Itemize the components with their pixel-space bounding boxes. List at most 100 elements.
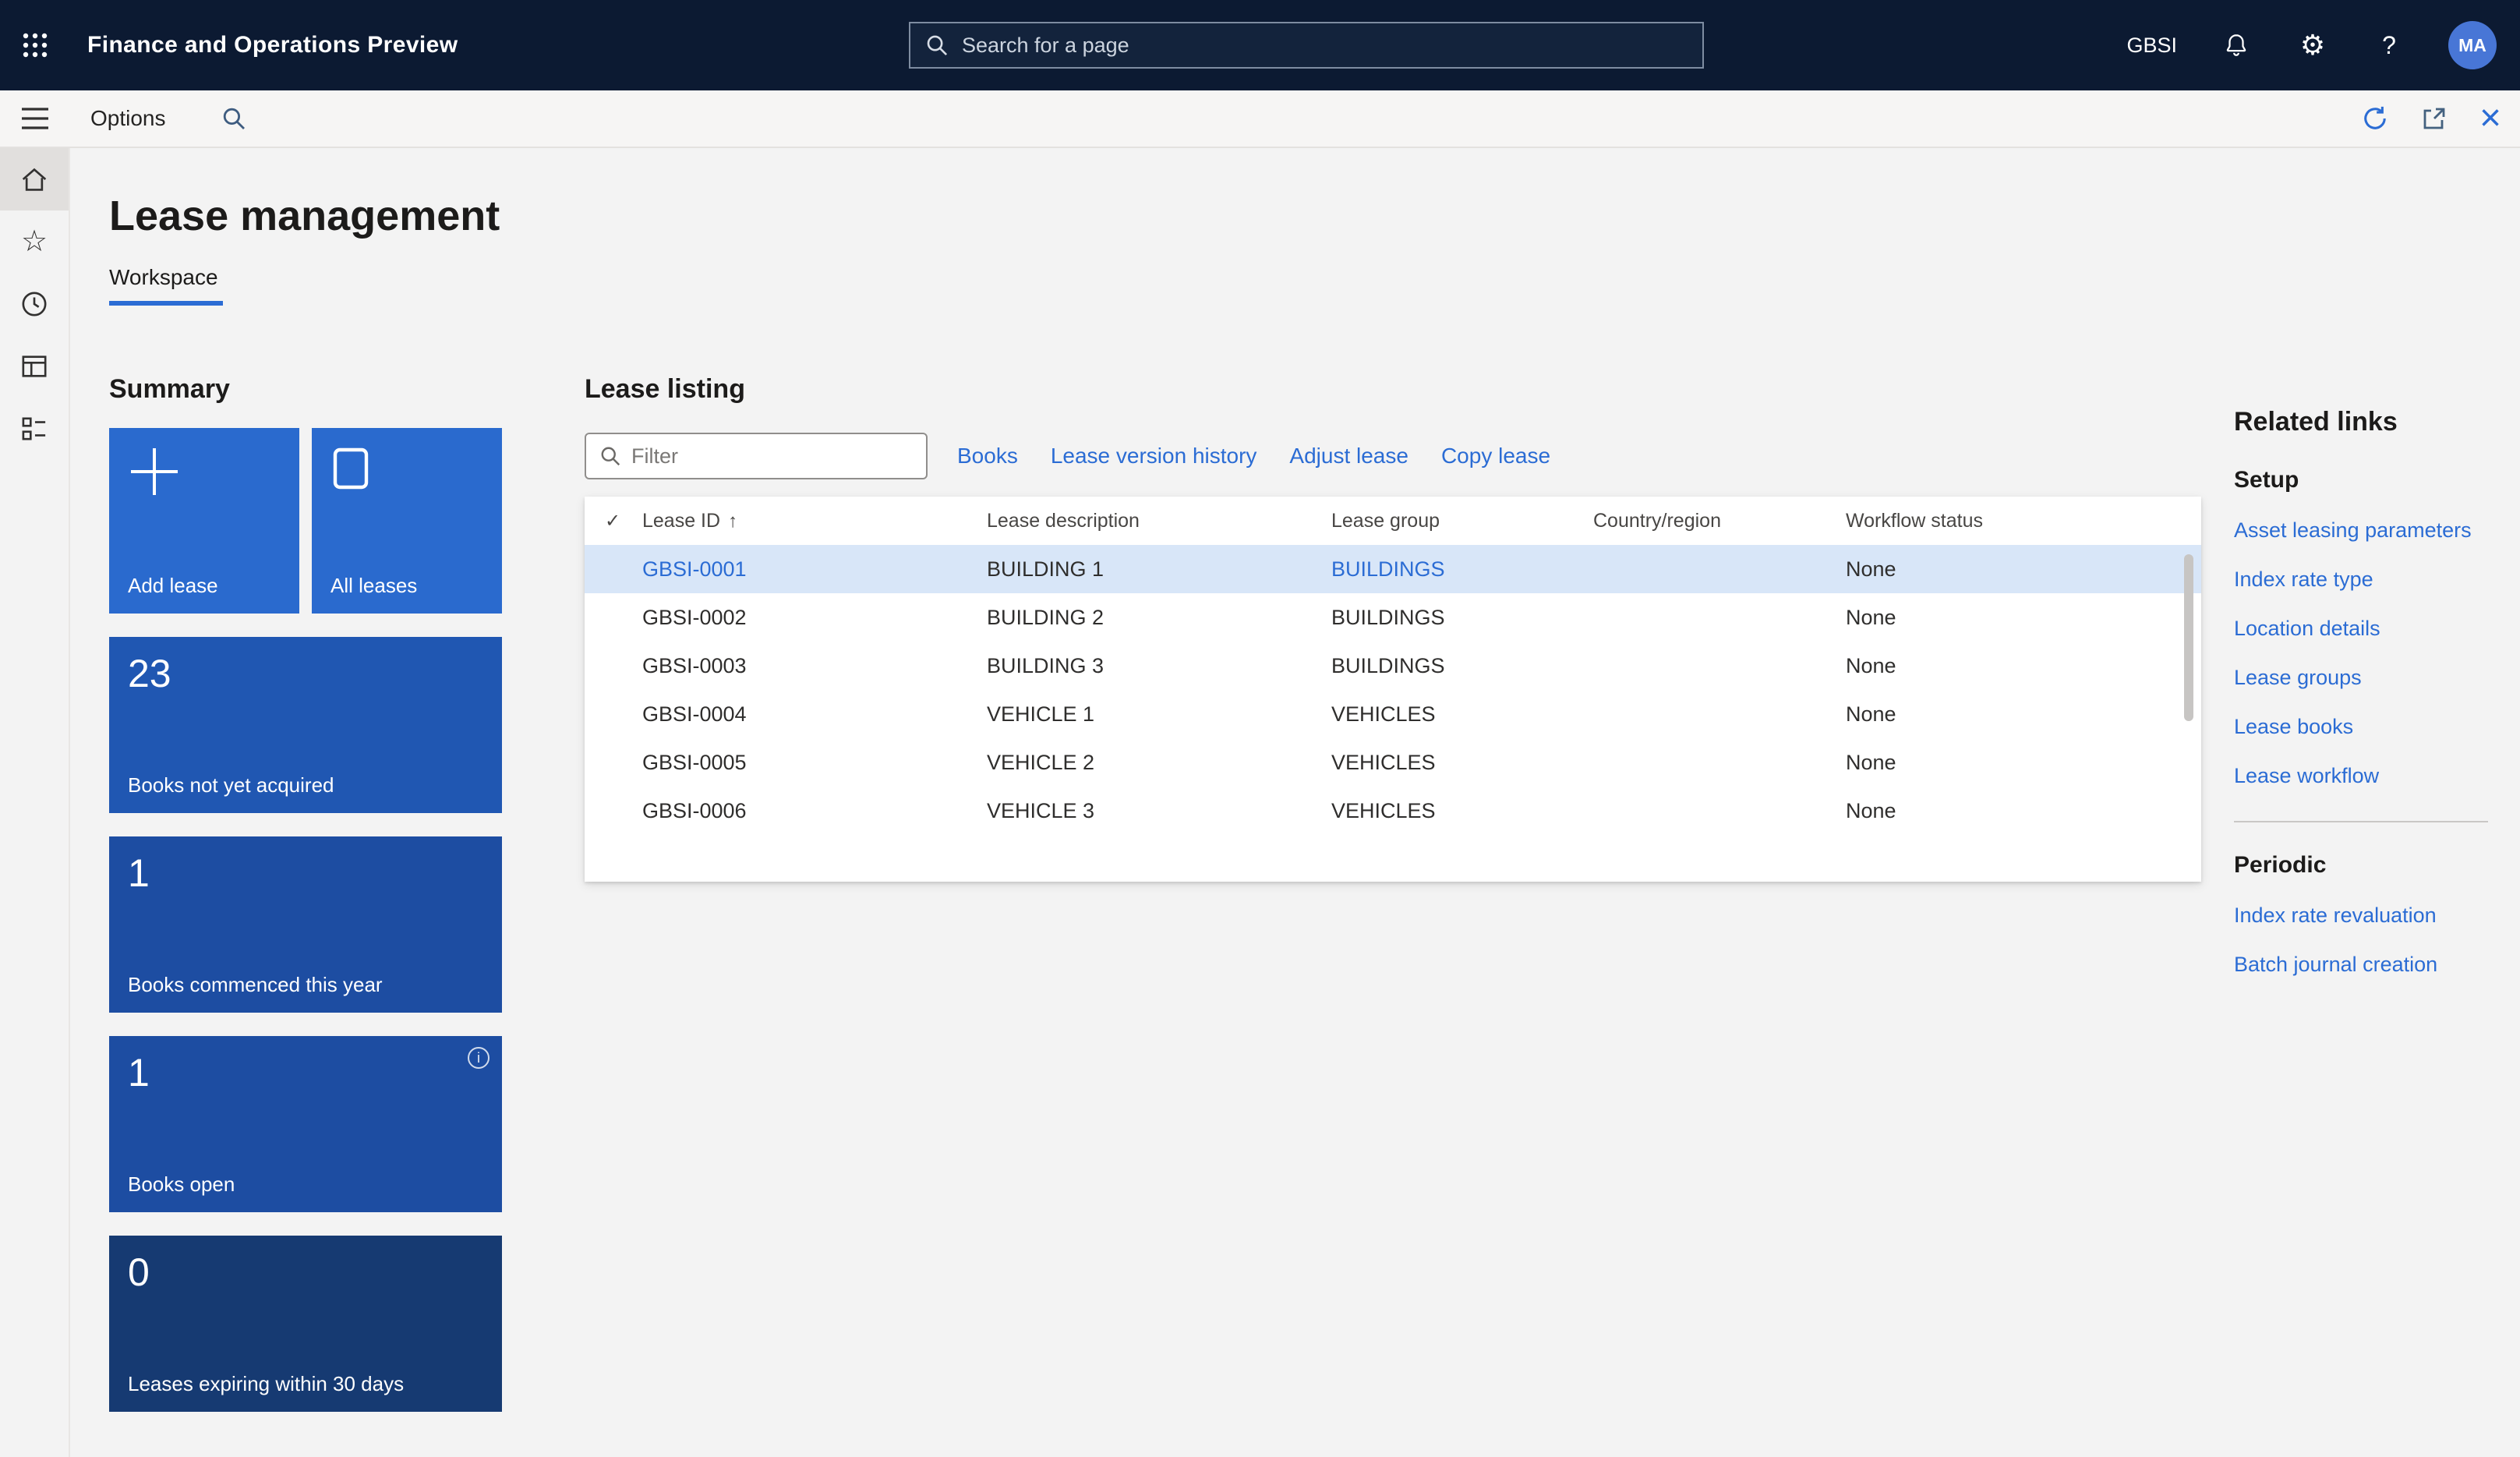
cell-lease-description: BUILDING 3 [987, 654, 1331, 678]
close-icon: × [2479, 104, 2501, 133]
tile-label: Books not yet acquired [128, 773, 334, 797]
sidebar-item-modules[interactable] [0, 398, 69, 460]
cell-workflow-status: None [1846, 702, 2201, 727]
open-in-new-window-button[interactable] [2422, 106, 2447, 131]
command-bar-right: × [2361, 104, 2520, 133]
tile-books-commenced-this-year[interactable]: 1 Books commenced this year [109, 836, 502, 1013]
sidebar-item-recent[interactable] [0, 273, 69, 335]
action-lease-version-history[interactable]: Lease version history [1051, 444, 1257, 469]
cell-lease-id[interactable]: GBSI-0002 [642, 606, 987, 630]
help-button[interactable]: ? [2372, 28, 2406, 62]
cell-lease-id[interactable]: GBSI-0005 [642, 751, 987, 775]
summary-section: Summary Add lease All lease [109, 374, 502, 1412]
column-label: Lease ID [642, 510, 720, 532]
global-search-box[interactable] [909, 22, 1704, 69]
table-row[interactable]: GBSI-0002 BUILDING 2 BUILDINGS None [585, 593, 2201, 642]
cell-workflow-status: None [1846, 557, 2201, 582]
avatar[interactable]: MA [2448, 21, 2497, 69]
related-link-lease-groups[interactable]: Lease groups [2234, 666, 2504, 690]
table-row[interactable]: GBSI-0006 VEHICLE 3 VEHICLES None [585, 787, 2201, 835]
tile-books-not-yet-acquired[interactable]: 23 Books not yet acquired [109, 637, 502, 813]
home-icon [20, 166, 48, 193]
cell-lease-id[interactable]: GBSI-0001 [642, 557, 987, 582]
info-icon[interactable]: i [468, 1047, 490, 1069]
related-link-index-rate-type[interactable]: Index rate type [2234, 568, 2504, 592]
settings-button[interactable]: ⚙ [2296, 28, 2330, 62]
table-header-row: ✓ Lease ID↑ Lease description Lease grou… [585, 497, 2201, 545]
cell-workflow-status: None [1846, 751, 2201, 775]
tile-leases-expiring-30-days[interactable]: 0 Leases expiring within 30 days [109, 1236, 502, 1412]
star-icon: ☆ [21, 227, 48, 256]
sidebar-item-workspaces[interactable] [0, 335, 69, 398]
table-row[interactable]: GBSI-0001 BUILDING 1 BUILDINGS None [585, 545, 2201, 593]
related-link-index-rate-revaluation[interactable]: Index rate revaluation [2234, 904, 2504, 928]
filter-input[interactable] [631, 444, 912, 469]
global-search-input[interactable] [962, 34, 1687, 58]
tab-workspace[interactable]: Workspace [109, 265, 223, 306]
column-header-lease-id[interactable]: Lease ID↑ [642, 510, 987, 532]
related-links-heading: Related links [2234, 407, 2504, 437]
filter-box[interactable] [585, 433, 928, 479]
tile-label: Leases expiring within 30 days [128, 1372, 404, 1396]
nav-pane-toggle-button[interactable] [0, 108, 70, 129]
cell-workflow-status: None [1846, 654, 2201, 678]
sidebar-item-home[interactable] [0, 148, 69, 210]
cell-lease-group[interactable]: BUILDINGS [1331, 557, 1593, 582]
related-link-asset-leasing-parameters[interactable]: Asset leasing parameters [2234, 518, 2504, 543]
refresh-button[interactable] [2361, 104, 2389, 133]
plus-icon [128, 445, 181, 498]
related-link-batch-journal-creation[interactable]: Batch journal creation [2234, 953, 2504, 977]
cell-lease-description: BUILDING 1 [987, 557, 1331, 582]
cell-lease-id[interactable]: GBSI-0003 [642, 654, 987, 678]
table-row[interactable]: GBSI-0003 BUILDING 3 BUILDINGS None [585, 642, 2201, 690]
cell-workflow-status: None [1846, 799, 2201, 823]
lease-document-icon [330, 445, 371, 492]
action-books[interactable]: Books [957, 444, 1018, 469]
help-icon: ? [2382, 30, 2396, 61]
tile-count: 1 [128, 1050, 483, 1095]
workspace-content: Lease management Workspace Summary Add l… [70, 148, 2520, 1457]
command-search-button[interactable] [222, 107, 246, 130]
related-link-location-details[interactable]: Location details [2234, 617, 2504, 641]
cell-lease-id[interactable]: GBSI-0006 [642, 799, 987, 823]
cell-lease-group: BUILDINGS [1331, 654, 1593, 678]
app-title: Finance and Operations Preview [87, 32, 458, 58]
waffle-icon [23, 33, 48, 58]
column-header-lease-group[interactable]: Lease group [1331, 510, 1593, 532]
tile-label: Books open [128, 1172, 235, 1197]
tile-add-lease[interactable]: Add lease [109, 428, 299, 614]
table-row[interactable]: GBSI-0005 VEHICLE 2 VEHICLES None [585, 738, 2201, 787]
gear-icon: ⚙ [2300, 30, 2325, 61]
tile-books-open[interactable]: i 1 Books open [109, 1036, 502, 1212]
topbar-right-cluster: GBSI ⚙ ? MA [2126, 21, 2520, 69]
notifications-button[interactable] [2219, 28, 2253, 62]
column-header-workflow-status[interactable]: Workflow status [1846, 510, 2201, 532]
clock-icon [21, 291, 48, 317]
search-icon [926, 34, 948, 56]
setup-heading: Setup [2234, 467, 2504, 493]
options-menu-button[interactable]: Options [90, 106, 166, 131]
sidebar-item-favorites[interactable]: ☆ [0, 210, 69, 273]
command-bar: Options × [0, 90, 2520, 148]
table-scrollbar-thumb[interactable] [2184, 554, 2193, 721]
company-selector[interactable]: GBSI [2126, 34, 2177, 58]
close-button[interactable]: × [2479, 104, 2501, 133]
periodic-heading: Periodic [2234, 852, 2504, 879]
app-launcher-button[interactable] [0, 33, 70, 58]
column-header-country-region[interactable]: Country/region [1593, 510, 1846, 532]
column-header-lease-description[interactable]: Lease description [987, 510, 1331, 532]
cell-lease-id[interactable]: GBSI-0004 [642, 702, 987, 727]
app-window: Finance and Operations Preview GBSI ⚙ ? … [0, 0, 2520, 1457]
page-title: Lease management [109, 192, 2520, 240]
tile-all-leases[interactable]: All leases [312, 428, 502, 614]
related-link-lease-workflow[interactable]: Lease workflow [2234, 764, 2504, 788]
cell-lease-group: VEHICLES [1331, 751, 1593, 775]
listing-actions: Books Lease version history Adjust lease… [957, 444, 1550, 469]
select-all-checkmark[interactable]: ✓ [585, 510, 642, 532]
refresh-icon [2361, 104, 2389, 133]
cell-lease-description: VEHICLE 2 [987, 751, 1331, 775]
action-adjust-lease[interactable]: Adjust lease [1289, 444, 1408, 469]
table-row[interactable]: GBSI-0004 VEHICLE 1 VEHICLES None [585, 690, 2201, 738]
action-copy-lease[interactable]: Copy lease [1441, 444, 1550, 469]
related-link-lease-books[interactable]: Lease books [2234, 715, 2504, 739]
